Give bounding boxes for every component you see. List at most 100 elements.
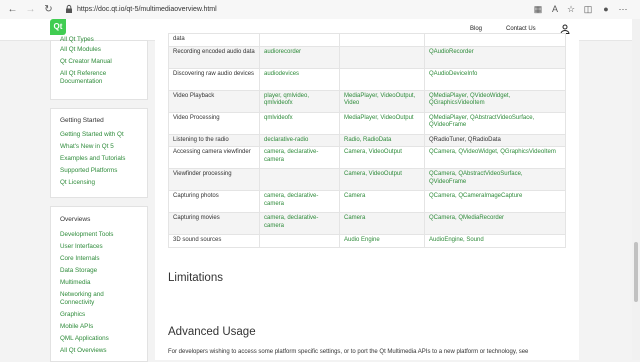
favorite-star-icon[interactable]: ☆ <box>566 4 576 14</box>
overviews-heading: Overviews <box>60 216 91 223</box>
forward-icon[interactable]: → <box>24 3 37 16</box>
profile-avatar-icon[interactable]: ● <box>601 4 611 14</box>
table-row: Accessing camera viewfinder camera, decla… <box>168 146 566 169</box>
cpp-classes-cell[interactable]: QAudioRecorder <box>424 45 566 69</box>
feature-cell: Capturing photos <box>168 190 260 213</box>
sidebar-item-qml-applications[interactable]: QML Applications <box>60 335 109 343</box>
sidebar-item-qt-licensing[interactable]: Qt Licensing <box>60 179 95 187</box>
qml-types-cell[interactable]: Radio, RadioData <box>339 133 425 147</box>
advanced-usage-text: For developers wishing to access some pl… <box>168 349 529 355</box>
sidebar-item-development-tools[interactable]: Development Tools <box>60 231 113 239</box>
cpp-classes-cell[interactable]: QCamera, QCameraImageCapture <box>424 190 566 213</box>
table-row: Video Playback player, qmlvideo, qmlvideo… <box>168 89 566 113</box>
qml-types-cell[interactable]: Camera <box>339 190 425 213</box>
table-row: Capturing movies camera, declarative-came… <box>168 212 566 235</box>
sidebar-item-supported-platforms[interactable]: Supported Platforms <box>60 167 117 175</box>
back-icon[interactable]: ← <box>6 3 19 16</box>
page-scrollbar[interactable] <box>632 19 640 360</box>
sidebar-item-examples[interactable]: Examples and Tutorials <box>60 155 125 163</box>
cpp-classes-cell[interactable]: QRadioTuner, QRadioData <box>424 133 566 147</box>
qml-types-cell[interactable]: Camera <box>339 212 425 235</box>
cpp-classes-cell[interactable]: QCamera, QAbstractVideoSurface, QVideoFr… <box>424 168 566 191</box>
examples-cell <box>259 234 340 248</box>
cpp-classes-cell <box>424 33 566 47</box>
cpp-classes-cell[interactable]: QMediaPlayer, QAbstractVideoSurface, QVi… <box>424 111 566 135</box>
sidebar-item-documentation[interactable]: Documentation <box>60 78 102 86</box>
sidebar-item-all-qt-modules[interactable]: All Qt Modules <box>60 46 101 54</box>
table-row: data <box>168 33 566 47</box>
examples-cell[interactable]: audiorecorder <box>259 45 340 69</box>
examples-cell[interactable]: qmlvideofx <box>259 111 340 135</box>
sidebar-item-qt-creator-manual[interactable]: Qt Creator Manual <box>60 58 112 66</box>
qt-logo[interactable]: Qt <box>50 19 66 35</box>
address-bar[interactable]: https://doc.qt.io/qt-5/multimediaovervie… <box>77 3 217 16</box>
sidebar-item-data-storage[interactable]: Data Storage <box>60 267 97 275</box>
cpp-classes-cell[interactable]: QMediaPlayer, QVideoWidget, QGraphicsVid… <box>424 89 566 113</box>
feature-cell: Discovering raw audio devices <box>168 67 260 91</box>
collections-icon[interactable]: ◫ <box>583 4 593 14</box>
feature-cell: Viewfinder processing <box>168 168 260 191</box>
cpp-classes-cell[interactable]: QCamera, QMediaRecorder <box>424 212 566 235</box>
sidebar-item-connectivity[interactable]: Connectivity <box>60 299 94 307</box>
sidebar-item-core-internals[interactable]: Core Internals <box>60 255 100 263</box>
table-row: Capturing photos camera, declarative-came… <box>168 190 566 213</box>
feature-cell: Recording encoded audio data <box>168 45 260 69</box>
examples-cell[interactable]: audiodevices <box>259 67 340 91</box>
cpp-classes-cell[interactable]: QAudioDeviceInfo <box>424 67 566 91</box>
blog-link[interactable]: Blog <box>470 26 482 32</box>
sidebar-overviews-card: Overviews Development Tools User Interfa… <box>50 206 148 362</box>
scrollbar-thumb[interactable] <box>634 242 638 302</box>
qml-types-cell[interactable]: Audio Engine <box>339 234 425 248</box>
getting-started-heading: Getting Started <box>60 117 104 124</box>
reader-mode-icon[interactable]: ▦ <box>533 4 543 14</box>
qml-types-cell <box>339 45 425 69</box>
table-row: Discovering raw audio devices audiodevice… <box>168 67 566 91</box>
examples-cell[interactable]: camera, declarative-camera <box>259 212 340 235</box>
examples-cell[interactable]: camera, declarative-camera <box>259 190 340 213</box>
table-row: Listening to the radio declarative-radio R… <box>168 133 566 147</box>
table-row: Viewfinder processing Camera, VideoOutput… <box>168 168 566 191</box>
sidebar-item-multimedia[interactable]: Multimedia <box>60 279 90 287</box>
qml-types-cell <box>339 67 425 91</box>
examples-cell[interactable]: player, qmlvideo, qmlvideofx <box>259 89 340 113</box>
feature-cell: 3D sound sources <box>168 234 260 248</box>
examples-cell <box>259 168 340 191</box>
examples-cell[interactable]: camera, declarative-camera <box>259 146 340 169</box>
sidebar-item-mobile-apis[interactable]: Mobile APIs <box>60 323 93 331</box>
lock-icon[interactable] <box>64 4 74 14</box>
sidebar-item-networking[interactable]: Networking and <box>60 291 104 299</box>
table-row: Recording encoded audio data audiorecorde… <box>168 45 566 69</box>
sidebar-item-graphics[interactable]: Graphics <box>60 311 85 319</box>
qml-types-cell[interactable]: Camera, VideoOutput <box>339 168 425 191</box>
limitations-heading: Limitations <box>168 272 223 284</box>
feature-cell: Video Processing <box>168 111 260 135</box>
qml-types-cell[interactable]: MediaPlayer, VideoOutput, Video <box>339 89 425 113</box>
multimedia-use-case-table: data Recording encoded audio data audiorec… <box>168 33 566 248</box>
sidebar-item-all-qt-types[interactable]: All Qt Types <box>60 36 94 44</box>
sidebar-item-all-qt-reference[interactable]: All Qt Reference <box>60 70 106 78</box>
feature-cell: data <box>168 33 260 47</box>
table-row: Video Processing qmlvideofx MediaPlayer, V… <box>168 111 566 135</box>
sidebar-item-whats-new[interactable]: What's New in Qt 5 <box>60 143 114 151</box>
reload-icon[interactable]: ↻ <box>42 3 55 16</box>
feature-cell: Accessing camera viewfinder <box>168 146 260 169</box>
advanced-usage-heading: Advanced Usage <box>168 326 256 338</box>
feature-cell: Capturing movies <box>168 212 260 235</box>
feature-cell: Video Playback <box>168 89 260 113</box>
sidebar-item-getting-started[interactable]: Getting Started with Qt <box>60 131 124 139</box>
sidebar-getting-started-card: Getting Started Getting Started with Qt … <box>50 108 148 198</box>
cpp-classes-cell[interactable]: AudioEngine, Sound <box>424 234 566 248</box>
feature-cell: Listening to the radio <box>168 133 260 147</box>
more-menu-icon[interactable]: ⋯ <box>618 4 628 14</box>
qml-types-cell[interactable]: MediaPlayer, VideoOutput <box>339 111 425 135</box>
table-row: 3D sound sources Audio Engine AudioEngine,… <box>168 234 566 248</box>
sidebar-reference-card: All Qt Types All Qt Modules Qt Creator M… <box>50 36 148 100</box>
sidebar-item-user-interfaces[interactable]: User Interfaces <box>60 243 103 251</box>
qml-types-cell[interactable]: Camera, VideoOutput <box>339 146 425 169</box>
sidebar-item-all-qt-overviews[interactable]: All Qt Overviews <box>60 347 107 355</box>
contact-us-link[interactable]: Contact Us <box>506 26 536 32</box>
examples-cell[interactable]: declarative-radio <box>259 133 340 147</box>
translate-icon[interactable]: A <box>550 4 560 14</box>
cpp-classes-cell[interactable]: QCamera, QVideoWidget, QGraphicsVideoIte… <box>424 146 566 169</box>
qml-types-cell <box>339 33 425 47</box>
